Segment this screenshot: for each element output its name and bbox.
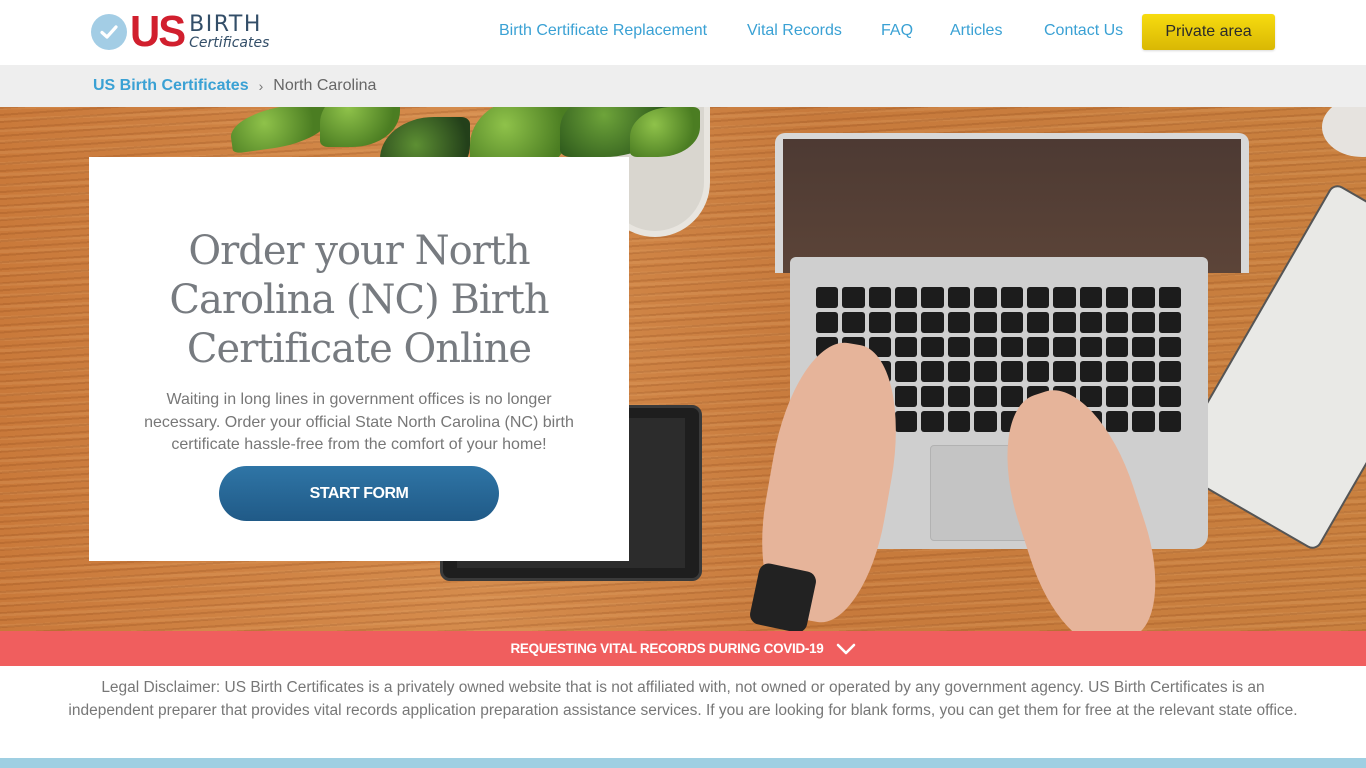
- keyboard-key-decoration: [974, 411, 997, 432]
- private-area-button[interactable]: Private area: [1142, 14, 1275, 50]
- keyboard-key-decoration: [974, 336, 997, 358]
- keyboard-key-decoration: [1105, 411, 1129, 432]
- keyboard-key-decoration: [1132, 336, 1155, 358]
- keyboard-key-decoration: [921, 311, 944, 333]
- keyboard-key-decoration: [895, 386, 918, 408]
- keyboard-key-decoration: [1079, 311, 1102, 333]
- keyboard-key-decoration: [947, 361, 971, 383]
- chevron-down-icon: [836, 643, 855, 654]
- keyboard-key-decoration: [1132, 386, 1155, 408]
- keyboard-key-decoration: [1053, 311, 1076, 333]
- keyboard-key-decoration: [921, 411, 944, 432]
- keyboard-key-decoration: [816, 311, 839, 333]
- keyboard-key-decoration: [1079, 361, 1102, 383]
- keyboard-key-decoration: [816, 287, 839, 308]
- keyboard-key-decoration: [842, 311, 865, 333]
- covid-banner-label: REQUESTING VITAL RECORDS DURING COVID-19: [510, 641, 824, 656]
- keyboard-key-decoration: [1079, 287, 1102, 308]
- keyboard-key-decoration: [1158, 361, 1181, 383]
- logo-word-birth: BIRTH: [189, 11, 262, 37]
- keyboard-key-decoration: [1105, 287, 1129, 308]
- keyboard-key-decoration: [1053, 361, 1076, 383]
- nav-articles[interactable]: Articles: [950, 22, 1002, 40]
- laptop-lid-decoration: [775, 133, 1249, 273]
- nav-faq[interactable]: FAQ: [881, 22, 913, 40]
- keyboard-key-decoration: [974, 386, 997, 408]
- keyboard-key-decoration: [921, 361, 944, 383]
- keyboard-key-decoration: [1158, 287, 1181, 308]
- keyboard-key-decoration: [1132, 311, 1155, 333]
- site-logo[interactable]: US BIRTH Certificates: [91, 7, 270, 56]
- keyboard-key-decoration: [1000, 336, 1023, 358]
- breadcrumb: US Birth Certificates › North Carolina: [0, 65, 1366, 107]
- keyboard-key-decoration: [1158, 311, 1181, 333]
- keyboard-key-decoration: [895, 287, 918, 308]
- keyboard-key-decoration: [868, 287, 892, 308]
- keyboard-key-decoration: [1132, 361, 1155, 383]
- keyboard-key-decoration: [974, 311, 997, 333]
- keyboard-key-decoration: [1026, 311, 1050, 333]
- covid-banner[interactable]: REQUESTING VITAL RECORDS DURING COVID-19: [0, 631, 1366, 666]
- keyboard-key-decoration: [1026, 361, 1050, 383]
- keyboard-key-decoration: [1000, 287, 1023, 308]
- keyboard-key-decoration: [1158, 411, 1181, 432]
- hero-section: Order your North Carolina (NC) Birth Cer…: [0, 107, 1366, 631]
- keyboard-key-decoration: [1105, 311, 1129, 333]
- breadcrumb-separator: ›: [258, 78, 264, 94]
- keyboard-key-decoration: [895, 336, 918, 358]
- keyboard-key-decoration: [1026, 336, 1050, 358]
- nav-contact-us[interactable]: Contact Us: [1044, 22, 1123, 40]
- site-header: US BIRTH Certificates Birth Certificate …: [0, 0, 1366, 65]
- nav-vital-records[interactable]: Vital Records: [747, 22, 842, 40]
- keyboard-key-decoration: [947, 287, 971, 308]
- keyboard-key-decoration: [1158, 336, 1181, 358]
- keyboard-key-decoration: [921, 287, 944, 308]
- keyboard-key-decoration: [895, 311, 918, 333]
- keyboard-key-decoration: [1053, 287, 1076, 308]
- keyboard-key-decoration: [921, 386, 944, 408]
- keyboard-key-decoration: [1105, 361, 1129, 383]
- keyboard-key-decoration: [947, 311, 971, 333]
- keyboard-key-decoration: [1158, 386, 1181, 408]
- keyboard-key-decoration: [921, 336, 944, 358]
- keyboard-key-decoration: [1000, 311, 1023, 333]
- start-form-button[interactable]: START FORM: [219, 466, 499, 521]
- coffee-cup-decoration: [1322, 107, 1366, 157]
- keyboard-key-decoration: [947, 386, 971, 408]
- logo-word-certificates: Certificates: [189, 34, 270, 51]
- keyboard-key-decoration: [947, 411, 971, 432]
- keyboard-key-decoration: [1053, 336, 1076, 358]
- keyboard-key-decoration: [947, 336, 971, 358]
- keyboard-key-decoration: [842, 287, 865, 308]
- breadcrumb-home-link[interactable]: US Birth Certificates: [93, 77, 249, 95]
- hero-title: Order your North Carolina (NC) Birth Cer…: [169, 228, 549, 372]
- keyboard-key-decoration: [974, 287, 997, 308]
- keyboard-key-decoration: [1026, 287, 1050, 308]
- hero-card: Order your North Carolina (NC) Birth Cer…: [89, 157, 629, 561]
- keyboard-key-decoration: [1105, 386, 1129, 408]
- keyboard-key-decoration: [1132, 411, 1155, 432]
- keyboard-key-decoration: [895, 361, 918, 383]
- keyboard-key-decoration: [868, 311, 892, 333]
- logo-mark: US: [130, 7, 186, 56]
- hero-description: Waiting in long lines in government offi…: [144, 391, 574, 453]
- keyboard-key-decoration: [1000, 361, 1023, 383]
- smartwatch-decoration: [748, 561, 818, 631]
- keyboard-key-decoration: [1079, 336, 1102, 358]
- keyboard-key-decoration: [1132, 287, 1155, 308]
- legal-disclaimer: Legal Disclaimer: US Birth Certificates …: [68, 679, 1298, 719]
- keyboard-key-decoration: [895, 411, 918, 432]
- keyboard-key-decoration: [974, 361, 997, 383]
- breadcrumb-current: North Carolina: [273, 77, 377, 94]
- checkmark-circle-icon: [91, 14, 127, 50]
- logo-wordmark: BIRTH Certificates: [189, 11, 270, 51]
- keyboard-key-decoration: [1105, 336, 1129, 358]
- footer-strip: [0, 758, 1366, 768]
- nav-birth-certificate-replacement[interactable]: Birth Certificate Replacement: [499, 22, 707, 40]
